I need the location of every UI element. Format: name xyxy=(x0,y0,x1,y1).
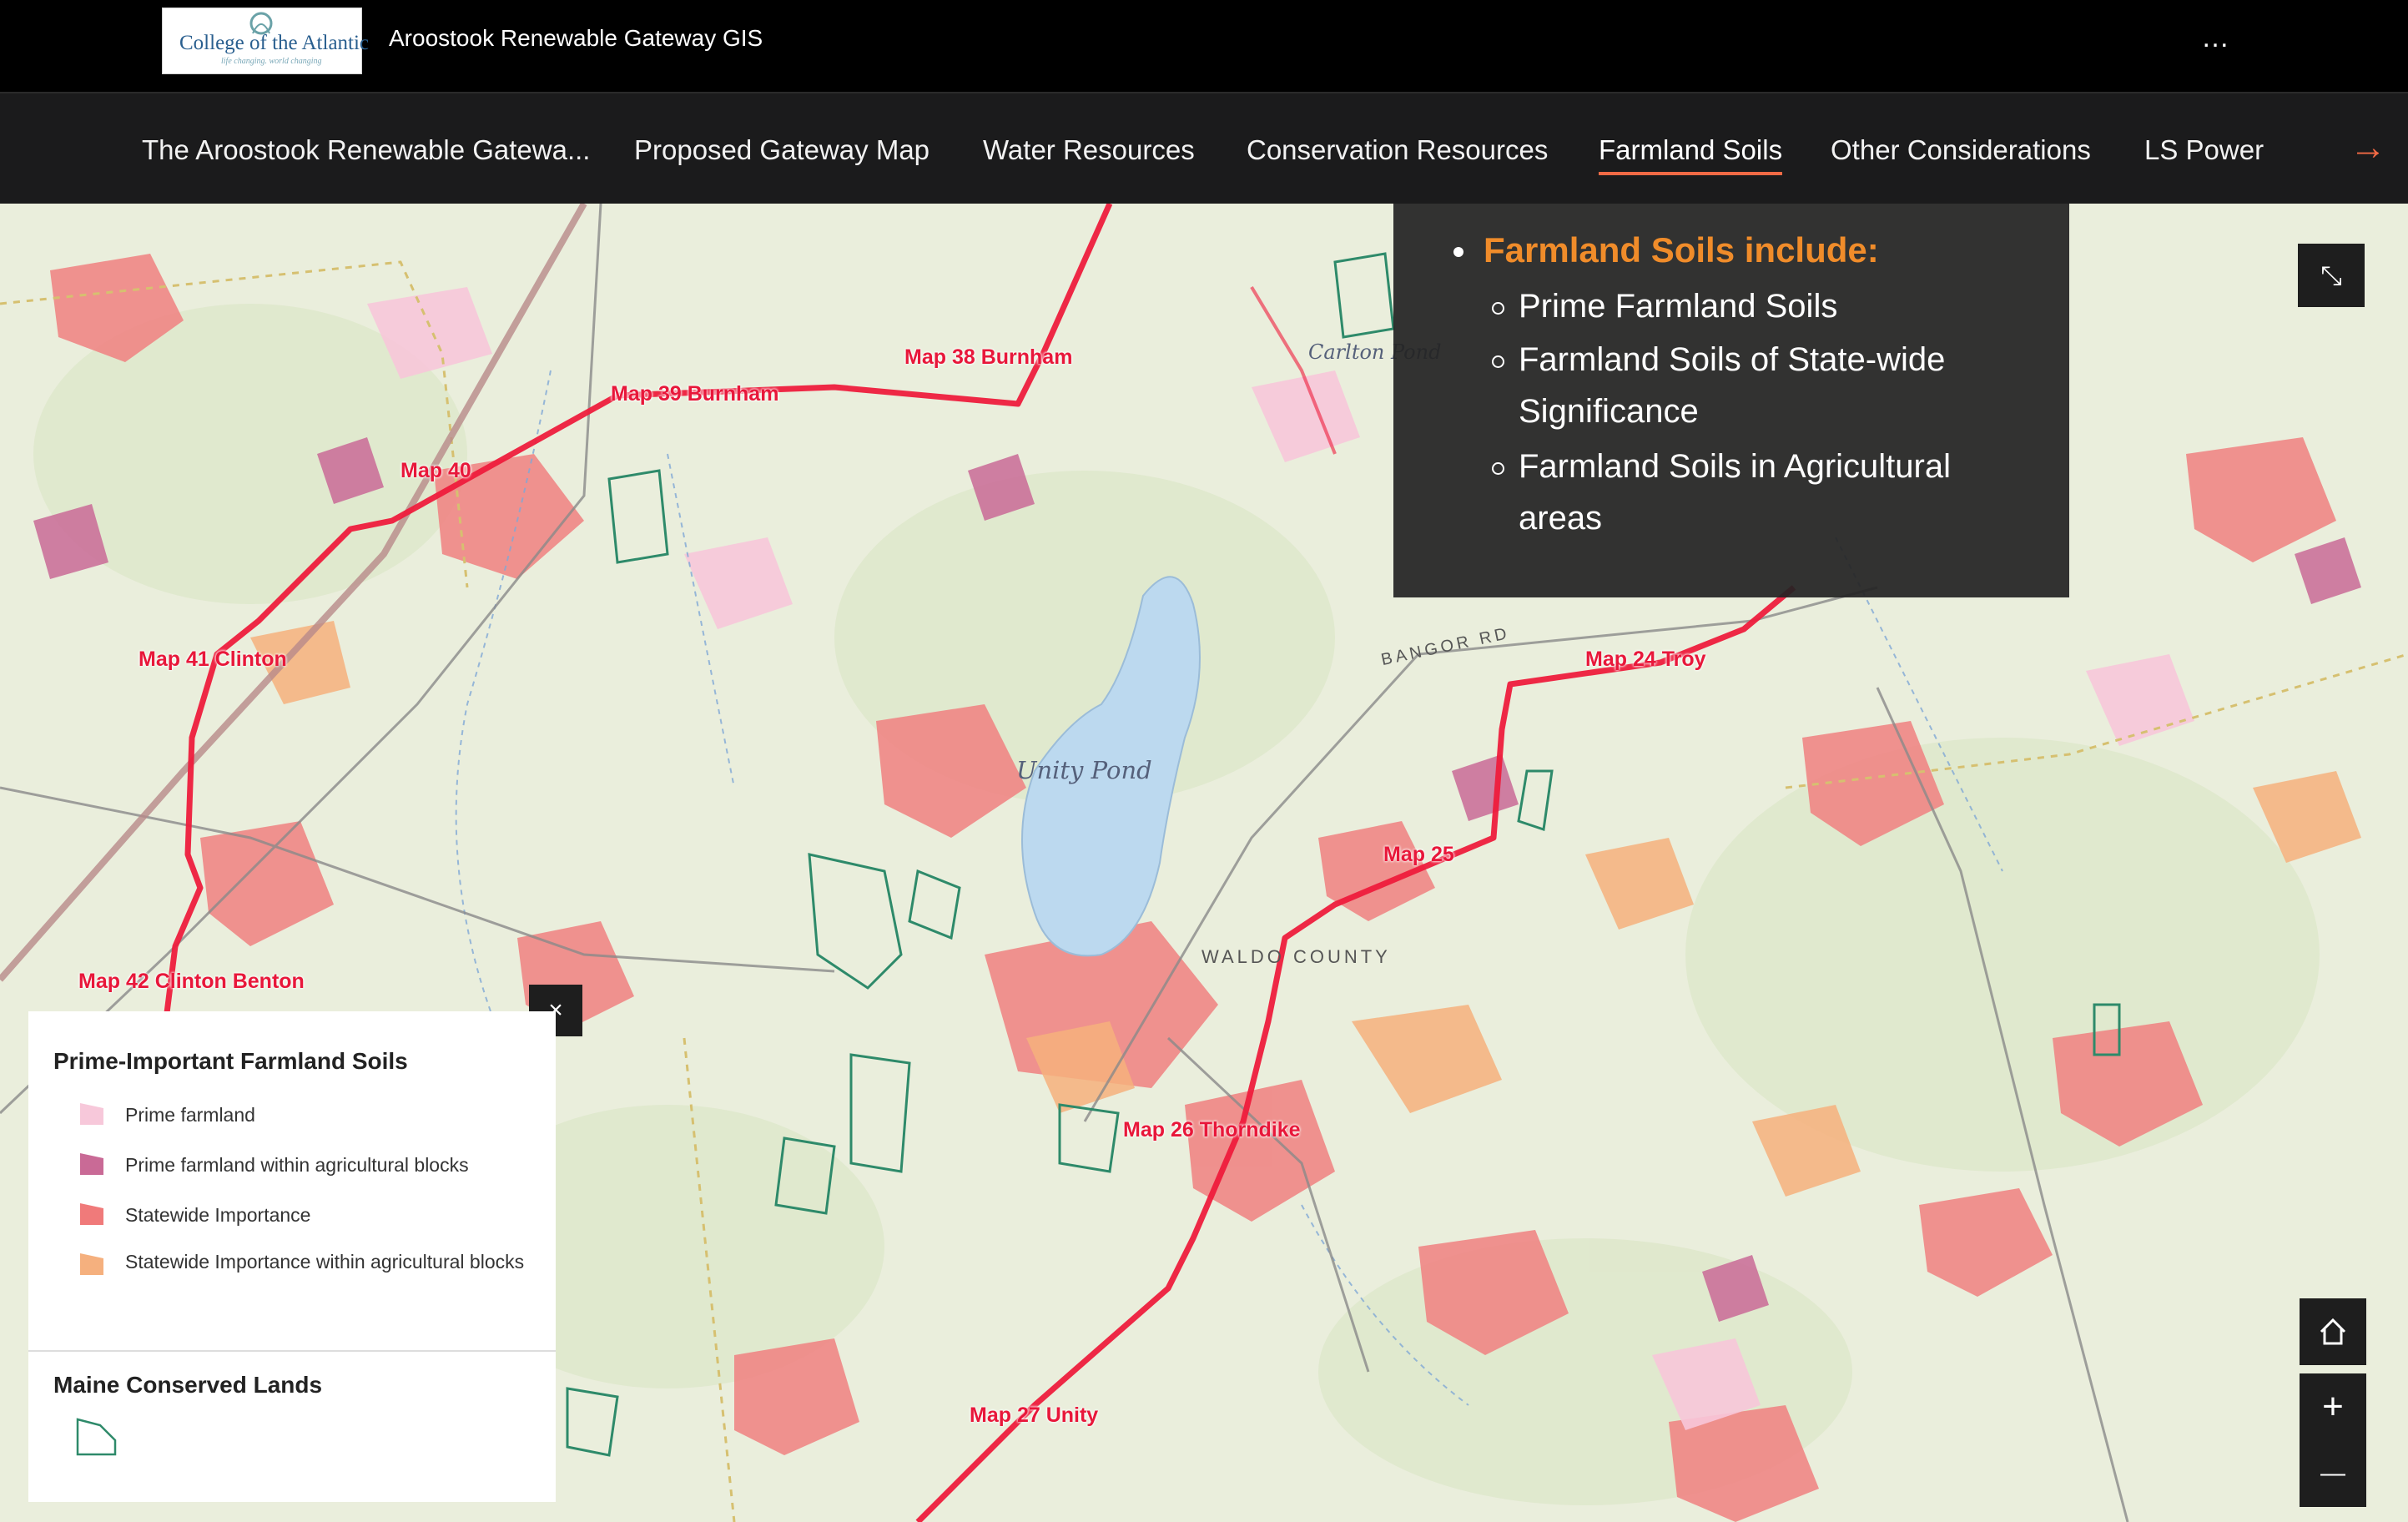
route-label-map-25: Map 25 xyxy=(1383,843,1454,866)
legend-label: Prime farmland within agricultural block… xyxy=(125,1154,469,1176)
app-header: College of the Atlantic life changing. w… xyxy=(0,0,2408,93)
legend-label: Prime farmland xyxy=(125,1104,255,1126)
route-label-map-27: Map 27 Unity xyxy=(970,1404,1099,1427)
place-label-unity-pond: Unity Pond xyxy=(1016,756,1152,784)
logo-tagline: life changing. world changing xyxy=(221,57,322,66)
legend-title-farmland: Prime-Important Farmland Soils xyxy=(53,1048,408,1074)
map-legend: Prime-Important Farmland Soils Prime far… xyxy=(28,1011,556,1502)
route-label-map-38: Map 38 Burnham xyxy=(904,345,1073,369)
college-logo[interactable]: College of the Atlantic life changing. w… xyxy=(162,8,369,74)
place-label-waldo-county: WALDO COUNTY xyxy=(1201,946,1391,967)
info-item-statewide: Farmland Soils of State-wide Significanc… xyxy=(1519,341,1946,430)
circle-bullet-icon xyxy=(1492,355,1504,368)
route-label-map-42: Map 42 Clinton Benton xyxy=(78,970,305,993)
prime-farmland-swatch-icon xyxy=(80,1103,103,1125)
route-label-map-24: Map 24 Troy xyxy=(1585,648,1706,671)
circle-bullet-icon xyxy=(1492,302,1504,315)
info-item-prime: Prime Farmland Soils xyxy=(1519,288,1838,325)
tab-farmland-soils[interactable]: Farmland Soils xyxy=(1599,134,1783,175)
zoom-out-button[interactable]: — xyxy=(2300,1440,2366,1507)
route-label-map-41: Map 41 Clinton xyxy=(139,648,287,671)
home-button[interactable] xyxy=(2300,1298,2366,1365)
app-title: Aroostook Renewable Gateway GIS xyxy=(389,25,763,51)
statewide-ag-blocks-swatch-icon xyxy=(80,1253,103,1275)
logo-text: College of the Atlantic xyxy=(179,32,370,54)
fullscreen-expand-icon[interactable]: ⤡ xyxy=(2298,244,2365,307)
legend-label: Statewide Importance within agricultural… xyxy=(125,1251,525,1273)
story-nav: The Aroostook Renewable Gatewa... Propos… xyxy=(0,93,2408,204)
prime-farmland-ag-blocks-swatch-icon xyxy=(80,1153,103,1175)
circle-bullet-icon xyxy=(1492,462,1504,475)
route-label-map-26: Map 26 Thorndike xyxy=(1123,1118,1301,1142)
zoom-in-button[interactable]: + xyxy=(2300,1373,2366,1440)
more-options-icon[interactable]: … xyxy=(2191,17,2241,63)
route-label-map-40: Map 40 xyxy=(400,459,471,482)
info-item-agricultural: Farmland Soils in Agricultural areas xyxy=(1519,448,1951,537)
conserved-lands-swatch-icon xyxy=(76,1418,117,1456)
route-label-map-39: Map 39 Burnham xyxy=(611,382,779,406)
home-icon xyxy=(2320,1318,2346,1345)
bullet-icon xyxy=(1453,247,1463,257)
tab-conservation-resources[interactable]: Conservation Resources xyxy=(1247,134,1548,167)
info-heading: Farmland Soils include: xyxy=(1484,230,1879,270)
legend-title-conserved-lands: Maine Conserved Lands xyxy=(53,1372,323,1398)
farmland-info-panel: Farmland Soils include: Prime Farmland S… xyxy=(1393,204,2069,597)
tab-other-considerations[interactable]: Other Considerations xyxy=(1831,134,2091,167)
next-tabs-arrow-icon[interactable]: → xyxy=(2350,127,2386,169)
tab-water-resources[interactable]: Water Resources xyxy=(983,134,1195,167)
legend-divider xyxy=(28,1350,556,1352)
legend-label: Statewide Importance xyxy=(125,1204,311,1226)
statewide-importance-swatch-icon xyxy=(80,1203,103,1225)
tab-proposed-gateway-map[interactable]: Proposed Gateway Map xyxy=(634,134,929,167)
tab-aroostook-renewable-gateway[interactable]: The Aroostook Renewable Gatewa... xyxy=(142,134,590,167)
tab-ls-power[interactable]: LS Power xyxy=(2144,134,2264,167)
